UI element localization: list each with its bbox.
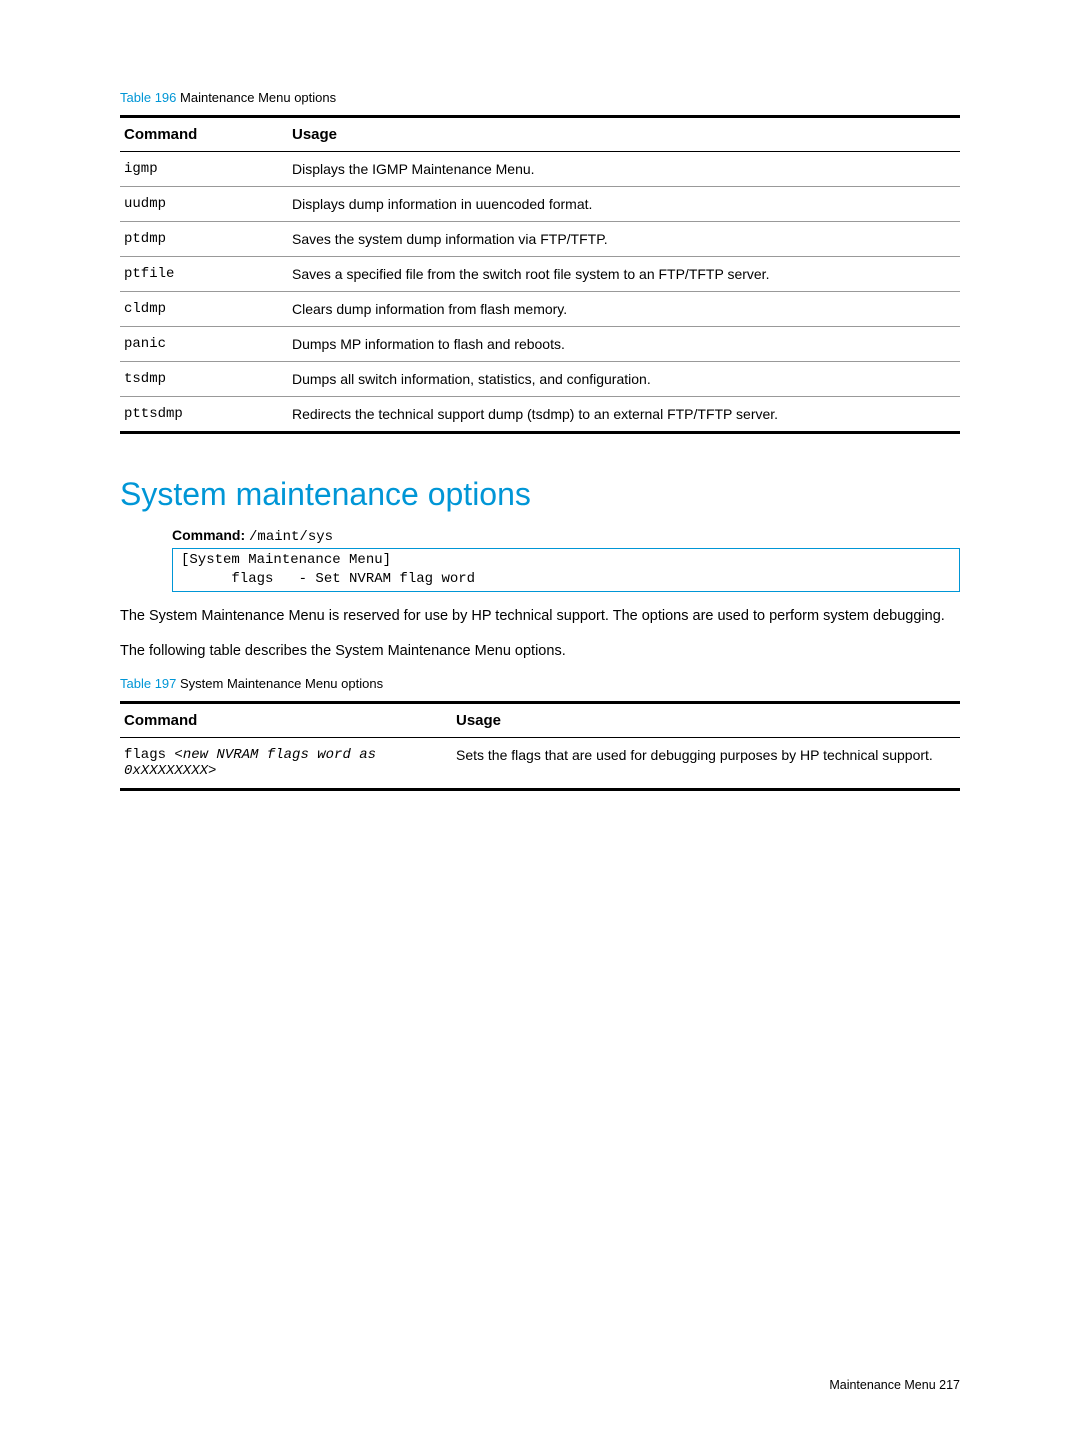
- section-heading-system-maintenance: System maintenance options: [120, 476, 960, 513]
- usage-cell: Dumps all switch information, statistics…: [288, 362, 960, 397]
- table-197-header-command: Command: [120, 702, 452, 737]
- cmd-cell: tsdmp: [120, 362, 288, 397]
- cmd-cell: panic: [120, 327, 288, 362]
- table-row: panic Dumps MP information to flash and …: [120, 327, 960, 362]
- table-196-caption: Table 196 Maintenance Menu options: [120, 90, 960, 105]
- table-row: uudmp Displays dump information in uuenc…: [120, 187, 960, 222]
- page-footer: Maintenance Menu 217: [829, 1378, 960, 1392]
- table-197-number: Table 197: [120, 676, 176, 691]
- cmd-cell: cldmp: [120, 292, 288, 327]
- table-196-title: Maintenance Menu options: [180, 90, 336, 105]
- usage-cell: Saves a specified file from the switch r…: [288, 257, 960, 292]
- code-content: [System Maintenance Menu] flags - Set NV…: [173, 549, 959, 591]
- cmd-cell: igmp: [120, 152, 288, 187]
- table-row: cldmp Clears dump information from flash…: [120, 292, 960, 327]
- table-row: ptfile Saves a specified file from the s…: [120, 257, 960, 292]
- usage-cell: Sets the flags that are used for debuggi…: [452, 737, 960, 789]
- table-197: Command Usage flags <new NVRAM flags wor…: [120, 701, 960, 791]
- usage-cell: Saves the system dump information via FT…: [288, 222, 960, 257]
- usage-cell: Clears dump information from flash memor…: [288, 292, 960, 327]
- table-row: tsdmp Dumps all switch information, stat…: [120, 362, 960, 397]
- table-196-header-command: Command: [120, 117, 288, 152]
- table-196: Command Usage igmp Displays the IGMP Mai…: [120, 115, 960, 434]
- table-row: flags <new NVRAM flags word as 0xXXXXXXX…: [120, 737, 960, 789]
- usage-cell: Redirects the technical support dump (ts…: [288, 397, 960, 433]
- table-197-header-usage: Usage: [452, 702, 960, 737]
- table-197-caption: Table 197 System Maintenance Menu option…: [120, 676, 960, 691]
- cmd-cell: ptfile: [120, 257, 288, 292]
- paragraph-1: The System Maintenance Menu is reserved …: [120, 606, 960, 627]
- cmd-cell: ptdmp: [120, 222, 288, 257]
- table-row: ptdmp Saves the system dump information …: [120, 222, 960, 257]
- table-197-title: System Maintenance Menu options: [180, 676, 383, 691]
- usage-cell: Dumps MP information to flash and reboot…: [288, 327, 960, 362]
- usage-cell: Displays the IGMP Maintenance Menu.: [288, 152, 960, 187]
- cmd-prefix: flags: [124, 747, 174, 763]
- table-196-header-usage: Usage: [288, 117, 960, 152]
- table-row: pttsdmp Redirects the technical support …: [120, 397, 960, 433]
- cmd-cell: pttsdmp: [120, 397, 288, 433]
- usage-cell: Displays dump information in uuencoded f…: [288, 187, 960, 222]
- command-line: Command: /maint/sys: [172, 527, 960, 545]
- cmd-cell: uudmp: [120, 187, 288, 222]
- command-label: Command:: [172, 527, 245, 543]
- cmd-cell: flags <new NVRAM flags word as 0xXXXXXXX…: [120, 737, 452, 789]
- table-row: igmp Displays the IGMP Maintenance Menu.: [120, 152, 960, 187]
- command-path: /maint/sys: [249, 529, 333, 545]
- table-196-number: Table 196: [120, 90, 176, 105]
- paragraph-2: The following table describes the System…: [120, 641, 960, 662]
- code-box: [System Maintenance Menu] flags - Set NV…: [172, 548, 960, 592]
